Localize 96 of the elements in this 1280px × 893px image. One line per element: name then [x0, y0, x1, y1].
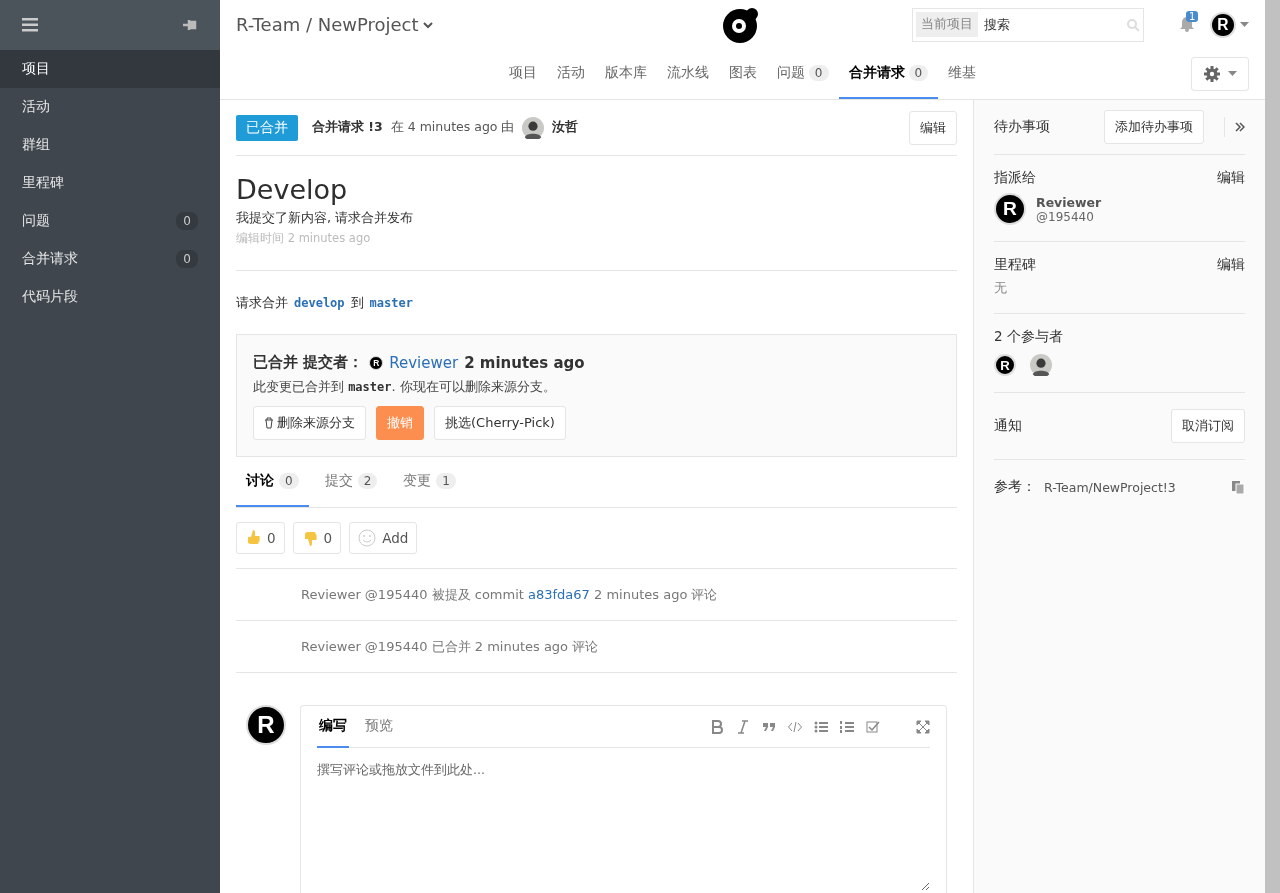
- edit-button[interactable]: 编辑: [909, 110, 957, 145]
- reaction-button[interactable]: 0: [236, 522, 285, 554]
- nav-tab[interactable]: 版本库: [594, 49, 657, 99]
- section-label: 参考：: [994, 478, 1036, 496]
- section-label: 里程碑: [994, 256, 1036, 274]
- user-avatar: R: [1210, 11, 1236, 38]
- activity-note: Reviewer @195440 已合并 2 minutes ago 评论: [236, 621, 957, 673]
- settings-button[interactable]: [1191, 56, 1249, 91]
- copy-icon[interactable]: [1231, 480, 1245, 494]
- content-tab[interactable]: 提交 2: [314, 457, 388, 507]
- fullscreen-icon: [916, 719, 930, 734]
- thumbs-up-icon: [245, 529, 261, 547]
- assignee-username: @195440: [1036, 209, 1095, 224]
- project-breadcrumb[interactable]: R-Team / NewProject: [236, 14, 419, 36]
- assignee-name[interactable]: Reviewer: [1036, 194, 1102, 210]
- unsubscribe-button[interactable]: 取消订阅: [1171, 409, 1245, 443]
- request-title: Develop: [236, 174, 349, 205]
- reference-value: R-Team/NewProject!3: [1044, 479, 1176, 495]
- smiley-icon: [358, 529, 377, 547]
- nav-tab[interactable]: 项目: [498, 49, 547, 99]
- content-tab[interactable]: 变更 1: [393, 457, 466, 507]
- source-branch[interactable]: develop: [294, 296, 345, 310]
- nav-tab[interactable]: 活动: [546, 49, 595, 99]
- count-badge: 0: [176, 250, 198, 268]
- add-reaction-button[interactable]: Add: [349, 522, 418, 554]
- bullet-list-icon: [814, 719, 828, 734]
- sidebar-item[interactable]: 合并请求 0: [0, 240, 220, 278]
- sidebar-item[interactable]: 项目: [0, 50, 220, 88]
- request-description: 我提交了新内容, 请求合并发布: [236, 209, 415, 227]
- merge-label: 到: [350, 294, 364, 312]
- count-badge: 0: [808, 65, 829, 82]
- user-avatar: R: [994, 193, 1026, 225]
- code-icon: [788, 719, 802, 734]
- milestone-value: 无: [994, 280, 1008, 297]
- italic-icon: [736, 719, 750, 734]
- merged-title: 已合并 提交者：: [253, 353, 364, 372]
- nav-tab[interactable]: 合并请求 0: [838, 49, 939, 99]
- nav-tab[interactable]: 问题 0: [766, 49, 839, 99]
- section-label: 待办事项: [994, 118, 1050, 136]
- sidebar-item[interactable]: 问题 0: [0, 202, 220, 240]
- user-avatar: [1030, 354, 1052, 376]
- sidebar-item[interactable]: 活动: [0, 88, 220, 126]
- merge-label: 请求合并: [236, 294, 288, 312]
- notification-badge: 1: [1186, 11, 1199, 23]
- merged-message: 此变更已合并到 master. 你现在可以删除来源分支。: [253, 378, 557, 396]
- activity-note: Reviewer @195440 被提及 commit a83fda67 2 minutes ago 评论: [236, 569, 957, 621]
- status-badge: 已合并: [236, 114, 298, 141]
- merged-time: 2 minutes ago: [464, 353, 585, 372]
- count-badge: 0: [176, 212, 198, 230]
- cherry-pick-button[interactable]: 挑选(Cherry-Pick): [434, 406, 566, 440]
- target-branch[interactable]: master: [369, 296, 413, 310]
- nav-tab[interactable]: 流水线: [656, 49, 719, 99]
- checkbox-icon: [866, 719, 880, 734]
- section-label: 2 个参与者: [994, 328, 1063, 344]
- scrollbar[interactable]: [1265, 0, 1280, 893]
- commit-link[interactable]: a83fda67: [528, 587, 590, 602]
- user-avatar: R: [246, 705, 286, 745]
- numbered-list-icon: [840, 719, 854, 734]
- gear-icon: [1203, 65, 1220, 82]
- count-badge: 2: [357, 473, 378, 489]
- section-label: 指派给: [994, 169, 1036, 187]
- sidebar-item[interactable]: 里程碑: [0, 164, 220, 202]
- logo-icon[interactable]: [722, 6, 760, 44]
- count-badge: 1: [436, 473, 456, 489]
- request-reference: 合并请求 !3: [312, 119, 383, 136]
- remove-branch-button[interactable]: 删除来源分支: [253, 406, 366, 440]
- count-badge: 0: [279, 473, 299, 489]
- chevron-down-icon[interactable]: [422, 20, 433, 29]
- caret-icon[interactable]: [1240, 21, 1249, 28]
- count-badge: 0: [908, 65, 929, 82]
- reaction-button[interactable]: 0: [292, 522, 342, 554]
- edited-time: 编辑时间 2 minutes ago: [236, 231, 372, 246]
- caret-icon: [1227, 70, 1237, 77]
- collapse-icon[interactable]: [1235, 122, 1245, 132]
- edit-link[interactable]: 编辑: [1217, 169, 1245, 187]
- section-label: 通知: [994, 417, 1022, 435]
- user-avatar: R: [994, 354, 1016, 376]
- nav-tab[interactable]: 维基: [938, 49, 987, 99]
- edit-link[interactable]: 编辑: [1217, 256, 1245, 274]
- author-name[interactable]: 汝哲: [552, 119, 579, 136]
- search-icon: [1126, 17, 1140, 32]
- bold-icon: [710, 719, 724, 734]
- trash-icon: [264, 417, 274, 429]
- opened-text: 在 4 minutes ago 由: [390, 119, 515, 136]
- menu-icon[interactable]: [22, 18, 38, 32]
- nav-tab[interactable]: 图表: [718, 49, 767, 99]
- sidebar-item[interactable]: 代码片段: [0, 278, 220, 316]
- content-tab[interactable]: 讨论 0: [236, 457, 309, 507]
- user-avatar: R: [369, 355, 384, 370]
- user-link[interactable]: Reviewer: [389, 353, 459, 372]
- search-scope: 当前项目: [916, 12, 978, 38]
- pin-icon[interactable]: [182, 18, 198, 32]
- add-todo-button[interactable]: 添加待办事项: [1104, 110, 1204, 144]
- user-avatar: [522, 116, 545, 139]
- editor-tab[interactable]: 预览: [363, 705, 395, 748]
- sidebar-item[interactable]: 群组: [0, 126, 220, 164]
